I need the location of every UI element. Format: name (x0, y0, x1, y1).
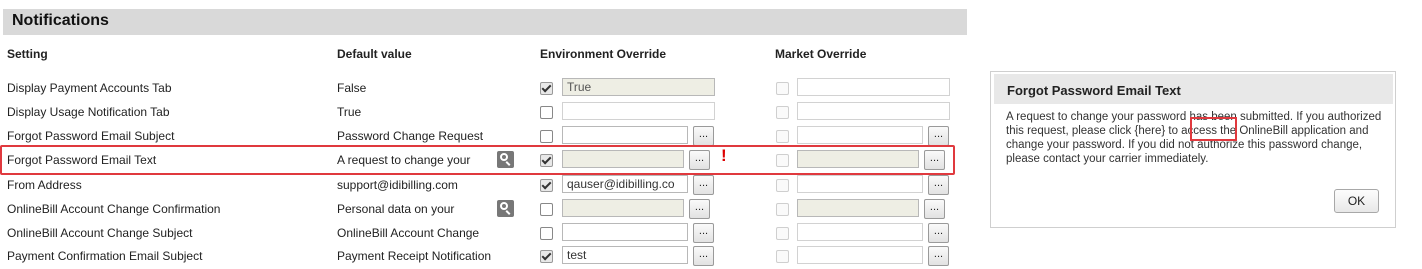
market-ellipsis-button[interactable]: ... (924, 199, 945, 219)
market-override-input[interactable] (797, 223, 923, 241)
market-override-checkbox[interactable] (776, 227, 789, 240)
env-ellipsis-button[interactable]: ... (689, 199, 710, 219)
column-header-market-override: Market Override (775, 47, 867, 61)
env-ellipsis-button[interactable]: ... (693, 175, 714, 195)
market-override-checkbox[interactable] (776, 179, 789, 192)
market-override-input[interactable] (797, 78, 950, 96)
env-override-input[interactable] (562, 102, 715, 120)
market-override-input[interactable] (797, 102, 950, 120)
env-override-checkbox[interactable] (540, 82, 553, 95)
env-override-checkbox[interactable] (540, 227, 553, 240)
market-override-checkbox[interactable] (776, 130, 789, 143)
email-text-dialog: Forgot Password Email Text A request to … (990, 71, 1396, 228)
market-override-checkbox[interactable] (776, 82, 789, 95)
ok-button[interactable]: OK (1334, 189, 1379, 213)
env-override-checkbox[interactable] (540, 250, 553, 263)
here-link-highlight-box (1190, 117, 1237, 141)
column-header-env-override: Environment Override (540, 47, 667, 61)
setting-name: Payment Confirmation Email Subject (7, 249, 203, 263)
market-ellipsis-button[interactable]: ... (928, 246, 949, 266)
dialog-title: Forgot Password Email Text (1007, 83, 1181, 98)
setting-row: Display Usage Notification Tab True (0, 101, 965, 125)
market-override-checkbox[interactable] (776, 106, 789, 119)
market-ellipsis-button[interactable]: ... (928, 175, 949, 195)
setting-row: Display Payment Accounts Tab False True (0, 77, 965, 101)
env-ellipsis-button[interactable]: ... (693, 223, 714, 243)
setting-name: From Address (7, 178, 82, 192)
env-override-checkbox[interactable] (540, 203, 553, 216)
env-override-checkbox[interactable] (540, 106, 553, 119)
market-ellipsis-button[interactable]: ... (928, 126, 949, 146)
env-override-input[interactable] (562, 126, 688, 144)
default-value: support@idibilling.com (337, 178, 458, 192)
column-header-default: Default value (337, 47, 412, 61)
env-override-input[interactable] (562, 199, 684, 217)
default-value: True (337, 105, 362, 119)
env-override-input[interactable]: qauser@idibilling.co (562, 175, 688, 193)
default-value: Personal data on your (337, 202, 455, 216)
default-value: Payment Receipt Notification (337, 249, 492, 263)
magnifier-icon[interactable] (497, 200, 514, 217)
env-override-checkbox[interactable] (540, 179, 553, 192)
column-header-setting: Setting (7, 47, 48, 61)
market-override-checkbox[interactable] (776, 250, 789, 263)
env-override-checkbox[interactable] (540, 130, 553, 143)
row-highlight-box (0, 145, 955, 175)
market-override-checkbox[interactable] (776, 203, 789, 216)
setting-name: Display Usage Notification Tab (7, 105, 170, 119)
setting-row: OnlineBill Account Change Subject Online… (0, 222, 965, 246)
notifications-header: Notifications (3, 9, 967, 35)
market-override-input[interactable] (797, 246, 923, 264)
warning-icon: ! (721, 146, 727, 165)
market-override-input[interactable] (797, 199, 919, 217)
market-override-input[interactable] (797, 175, 923, 193)
setting-name: Forgot Password Email Subject (7, 129, 175, 143)
setting-row: Payment Confirmation Email Subject Payme… (0, 245, 965, 269)
env-override-input[interactable] (562, 223, 688, 241)
setting-name: OnlineBill Account Change Subject (7, 226, 193, 240)
section-title: Notifications (12, 12, 109, 29)
env-override-input[interactable]: True (562, 78, 715, 96)
env-override-input[interactable]: test (562, 246, 688, 264)
dialog-title-bar: Forgot Password Email Text (994, 74, 1393, 104)
env-ellipsis-button[interactable]: ... (693, 126, 714, 146)
setting-row: OnlineBill Account Change Confirmation P… (0, 198, 965, 222)
market-override-input[interactable] (797, 126, 923, 144)
setting-name: OnlineBill Account Change Confirmation (7, 202, 221, 216)
default-value: False (337, 81, 367, 95)
setting-name: Display Payment Accounts Tab (7, 81, 172, 95)
setting-row: From Address support@idibilling.com qaus… (0, 174, 965, 198)
default-value: OnlineBill Account Change (337, 226, 480, 240)
default-value: Password Change Request (337, 129, 484, 143)
env-ellipsis-button[interactable]: ... (693, 246, 714, 266)
market-ellipsis-button[interactable]: ... (928, 223, 949, 243)
